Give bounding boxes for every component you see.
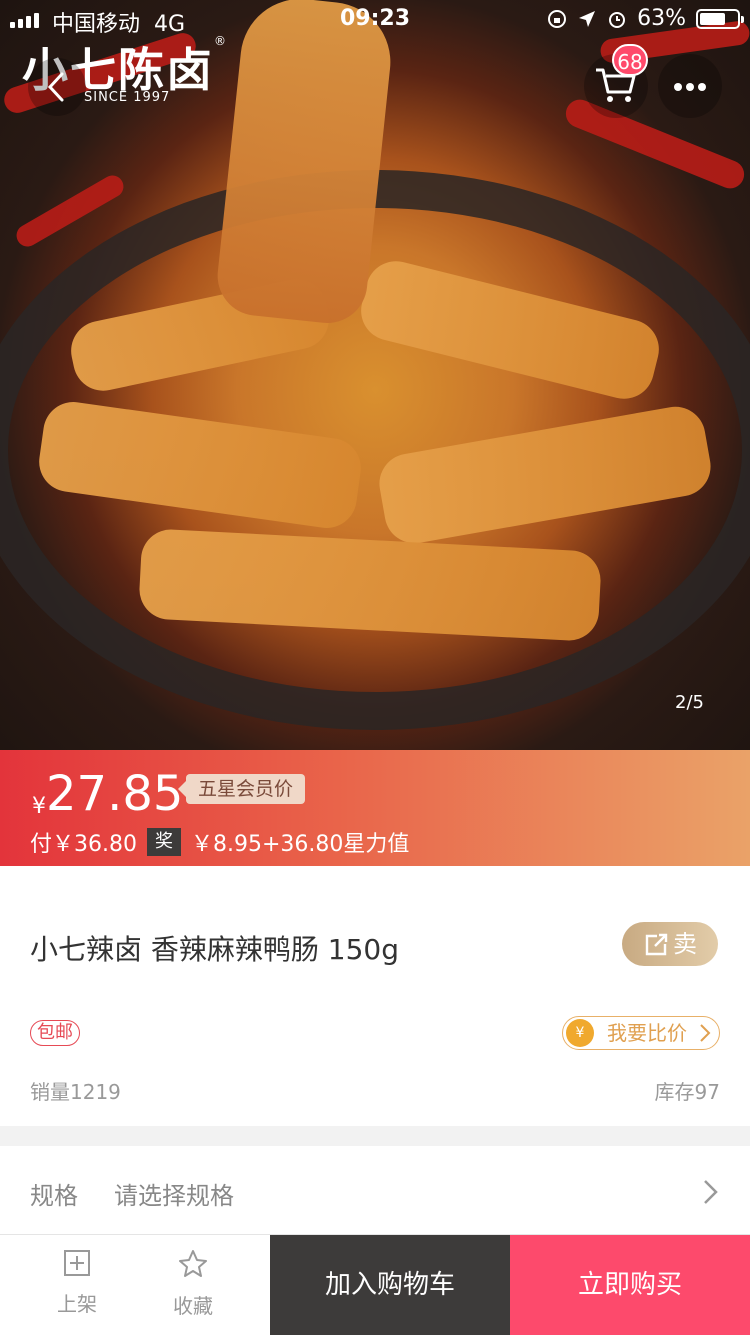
product-info: 小七辣卤 香辣麻辣鸭肠 150g 卖 包邮 ¥ 我要比价 销量1219 库存97 (0, 866, 750, 1126)
shelf-button[interactable]: 上架 (22, 1235, 132, 1335)
coin-icon: ¥ (566, 1019, 594, 1047)
chevron-left-icon (47, 72, 64, 102)
battery-level (700, 12, 726, 25)
stock-count: 库存97 (654, 1080, 720, 1104)
spec-label: 规格 (30, 1182, 78, 1210)
star-icon (179, 1250, 207, 1277)
add-to-cart-button[interactable]: 加入购物车 (270, 1235, 510, 1335)
spec-selector[interactable]: 规格 请选择规格 (0, 1146, 750, 1236)
product-title: 小七辣卤 香辣麻辣鸭肠 150g (30, 933, 400, 966)
reward-badge: 奖 (146, 828, 181, 856)
chili-pepper (561, 95, 749, 193)
member-price-tag: 五星会员价 (177, 774, 306, 804)
sales-count: 销量1219 (30, 1080, 121, 1104)
free-shipping-tag: 包邮 (30, 1020, 80, 1046)
shelf-label: 上架 (57, 1292, 97, 1316)
compare-price-button[interactable]: ¥ 我要比价 (562, 1016, 720, 1050)
battery-percent: 63% (637, 6, 686, 31)
spec-value: 请选择规格 (114, 1182, 234, 1210)
alarm-icon (609, 11, 626, 28)
member-price: 27.85 (46, 766, 184, 822)
chevron-right-icon (704, 1180, 718, 1204)
reward-amount: ￥8.95+36.80星力值 (190, 832, 410, 857)
location-icon (579, 10, 596, 27)
compare-label: 我要比价 (607, 1021, 687, 1045)
battery-icon (696, 8, 744, 29)
image-pager: 2/5 (675, 692, 704, 713)
bottom-action-bar: 上架 收藏 加入购物车 立即购买 (0, 1234, 750, 1335)
sell-label: 卖 (673, 930, 697, 958)
product-image[interactable]: 中国移动 4G 09:23 63% 小七陈卤® SINCE 1997 68 2/… (0, 0, 750, 750)
dot (674, 83, 682, 91)
dot (686, 83, 694, 91)
chevron-right-icon (700, 1024, 711, 1042)
price-banner: ¥ 27.85 五星会员价 付￥36.80 奖 ￥8.95+36.80星力值 (0, 750, 750, 866)
share-sell-button[interactable]: 卖 (622, 922, 718, 966)
favorite-label: 收藏 (173, 1294, 213, 1318)
add-square-icon (64, 1250, 90, 1276)
cart-count-badge: 68 (612, 44, 648, 76)
buy-now-button[interactable]: 立即购买 (510, 1235, 750, 1335)
pay-amount: 付￥36.80 (30, 832, 137, 857)
favorite-button[interactable]: 收藏 (138, 1235, 248, 1335)
currency-symbol: ¥ (32, 794, 46, 819)
share-icon (645, 933, 668, 956)
dot (698, 83, 706, 91)
brand-since: SINCE 1997 (84, 90, 171, 105)
more-button[interactable] (658, 54, 722, 118)
back-button[interactable] (28, 58, 86, 116)
rotation-lock-icon (548, 9, 567, 28)
registered-mark: ® (214, 34, 226, 48)
